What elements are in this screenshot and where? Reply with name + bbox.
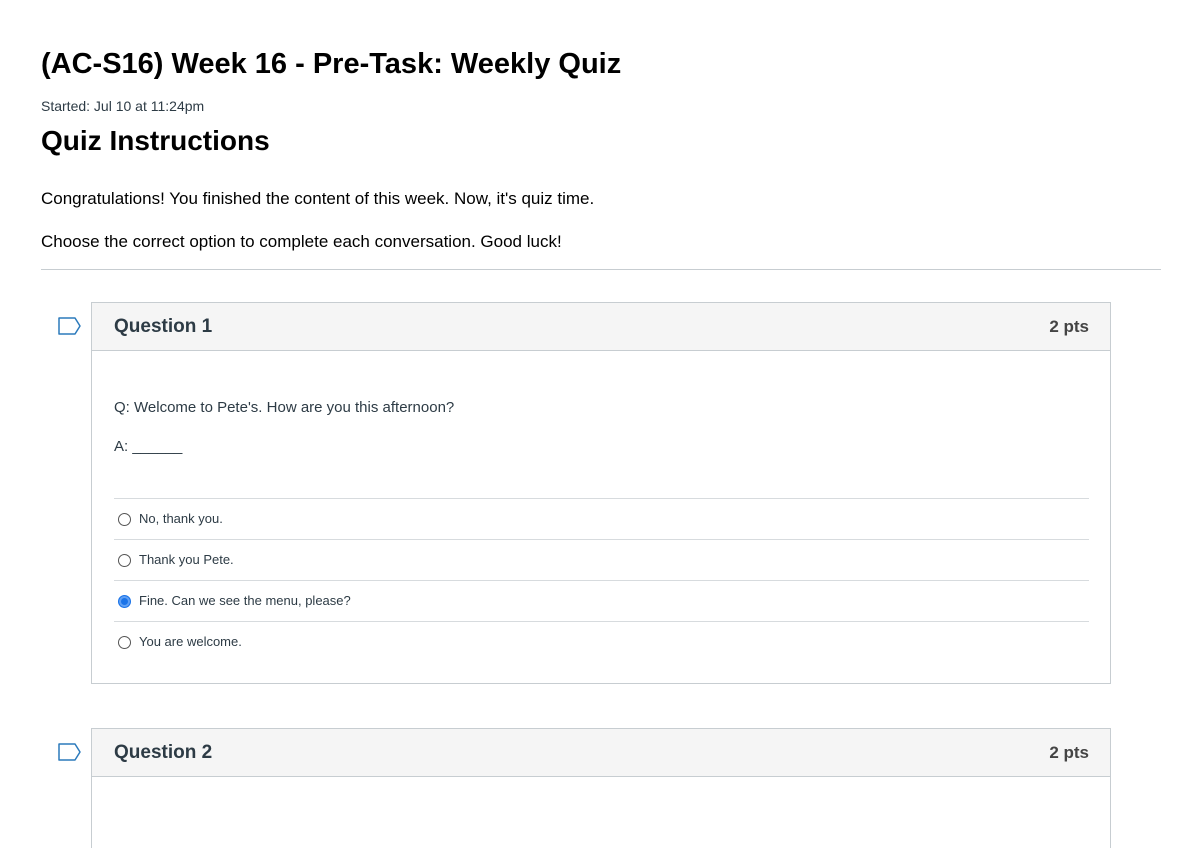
answer-label: No, thank you.	[139, 511, 223, 526]
quiz-title: (AC-S16) Week 16 - Pre-Task: Weekly Quiz	[41, 48, 622, 80]
divider	[41, 269, 1161, 270]
question-points: 2 pts	[1049, 743, 1089, 762]
question-answer-blank: A: ______	[114, 438, 183, 455]
answer-option[interactable]: Thank you Pete.	[114, 539, 1089, 580]
radio-button-icon[interactable]	[118, 512, 131, 526]
started-timestamp: Started: Jul 10 at 11:24pm	[41, 98, 205, 114]
answer-label: Fine. Can we see the menu, please?	[139, 593, 351, 608]
question-header: Question 1 2 pts	[92, 303, 1110, 351]
instructions-paragraph: Congratulations! You finished the conten…	[41, 189, 595, 208]
question-title: Question 1	[114, 316, 213, 337]
question-header: Question 2 2 pts	[92, 729, 1110, 777]
instructions-heading: Quiz Instructions	[41, 125, 270, 156]
instructions-paragraph: Choose the correct option to complete ea…	[41, 232, 562, 251]
question-card: Question 1 2 pts Q: Welcome to Pete's. H…	[91, 302, 1111, 684]
answer-label: Thank you Pete.	[139, 552, 234, 567]
answer-label: You are welcome.	[139, 634, 242, 649]
answer-list: No, thank you. Thank you Pete. Fine. Can…	[114, 498, 1089, 662]
radio-button-icon[interactable]	[118, 635, 131, 649]
answer-option[interactable]: Fine. Can we see the menu, please?	[114, 580, 1089, 621]
question-points: 2 pts	[1049, 317, 1089, 336]
question-prompt: Q: Welcome to Pete's. How are you this a…	[114, 399, 455, 416]
answer-option[interactable]: No, thank you.	[114, 498, 1089, 539]
answer-option[interactable]: You are welcome.	[114, 621, 1089, 662]
question-card: Question 2 2 pts	[91, 728, 1111, 848]
radio-button-icon[interactable]	[118, 553, 131, 567]
question-title: Question 2	[114, 742, 213, 763]
flag-question-icon[interactable]	[58, 743, 82, 761]
flag-question-icon[interactable]	[58, 317, 82, 335]
radio-button-icon[interactable]	[118, 594, 131, 608]
quiz-page: (AC-S16) Week 16 - Pre-Task: Weekly Quiz…	[0, 0, 1200, 848]
